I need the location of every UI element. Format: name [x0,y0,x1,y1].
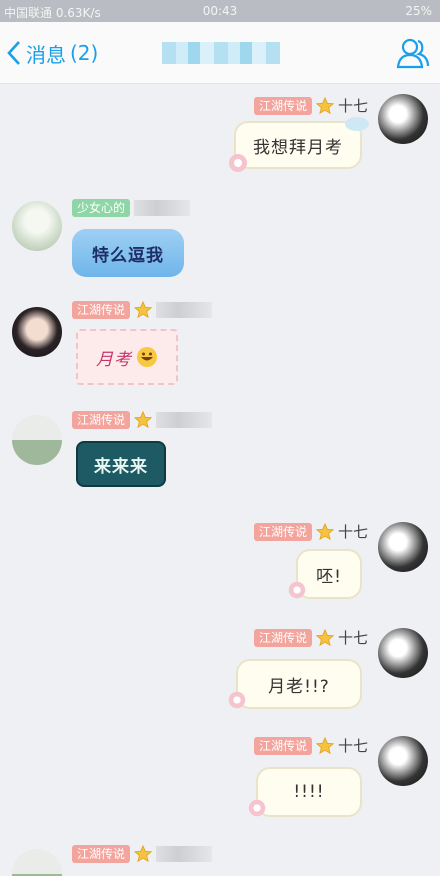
title-tag: 江湖传说 [253,628,312,647]
unread-count: (2) [70,41,99,65]
title-tag: 少女心的 [72,199,131,217]
back-button[interactable]: 消息 (2) [6,37,98,69]
title-tag: 江湖传说 [253,522,312,541]
message-text: 来来来 [94,456,148,477]
nickname-blurred [134,200,191,216]
sender-meta: 江湖传说 [72,845,213,863]
message-row: 江湖传说 [0,841,440,876]
title-tag: 江湖传说 [72,301,131,319]
bubble-decoration [288,581,306,599]
sender-meta: 江湖传说 十七 [253,95,368,116]
nickname: 十七 [337,629,368,647]
nickname-blurred [156,846,213,862]
sender-meta: 江湖传说 十七 [253,521,368,542]
laugh-emoji-icon [137,347,157,367]
bubble-decoration [345,117,369,131]
back-label: 消息 [26,42,66,67]
star-icon [315,736,334,754]
avatar[interactable] [378,628,428,678]
bubble-decoration [229,154,247,172]
star-icon [134,411,153,429]
message-text: 月考 [96,349,132,370]
message-bubble[interactable]: 月考 [76,329,178,385]
group-title-blurred [162,42,280,64]
message-list[interactable]: 江湖传说 十七 我想拜月考 少女心的 特么逗我 江湖传说 月考 江湖传说 来来来… [0,85,440,876]
star-icon [134,301,153,319]
chat-header: 消息 (2) [0,22,440,84]
clock: 00:43 [202,4,238,18]
star-icon [134,845,153,863]
message-row: 江湖传说 来来来 [0,401,440,501]
title-tag: 江湖传说 [72,845,131,863]
message-row: 江湖传说 十七 !!!! [0,733,440,833]
title-tag: 江湖传说 [253,736,312,755]
message-bubble[interactable]: 我想拜月考 [234,121,362,169]
avatar[interactable] [378,94,428,144]
avatar[interactable] [12,849,62,876]
message-text: 我想拜月考 [253,137,343,158]
message-text: 呸! [316,566,342,587]
title-tag: 江湖传说 [253,96,312,115]
star-icon [315,628,334,646]
nickname: 十七 [337,97,368,115]
battery-level: 25% [405,4,432,18]
title-tag: 江湖传说 [72,411,131,429]
message-bubble[interactable]: 特么逗我 [72,229,184,277]
nickname: 十七 [337,737,368,755]
sender-meta: 少女心的 [72,199,191,217]
sender-meta: 江湖传说 [72,301,213,319]
bubble-decoration [228,691,246,709]
nickname-blurred [156,412,213,428]
sender-meta: 江湖传说 [72,411,213,429]
message-row: 江湖传说 十七 呸! [0,519,440,619]
avatar[interactable] [12,415,62,465]
message-text: !!!! [293,782,325,802]
nickname-blurred [156,302,213,318]
status-bar: 中国联通 0.63K/s 00:43 25% [0,0,440,22]
bubble-decoration [248,799,266,817]
avatar[interactable] [378,736,428,786]
back-chevron-icon [7,41,20,65]
contact-icon[interactable] [396,36,430,70]
message-row: 江湖传说 月考 [0,295,440,395]
message-row: 江湖传说 十七 月老!!? [0,625,440,725]
sender-meta: 江湖传说 十七 [253,627,368,648]
message-bubble[interactable]: !!!! [256,767,362,817]
star-icon [315,96,334,114]
message-text: 月老!!? [268,676,330,697]
message-bubble[interactable]: 来来来 [76,441,166,487]
sender-meta: 江湖传说 十七 [253,735,368,756]
message-bubble[interactable]: 月老!!? [236,659,362,709]
avatar[interactable] [12,201,62,251]
message-row: 少女心的 特么逗我 [0,189,440,289]
avatar[interactable] [378,522,428,572]
message-row: 江湖传说 十七 我想拜月考 [0,89,440,189]
star-icon [315,522,334,540]
nickname: 十七 [337,523,368,541]
avatar[interactable] [12,307,62,357]
message-text: 特么逗我 [92,245,164,266]
